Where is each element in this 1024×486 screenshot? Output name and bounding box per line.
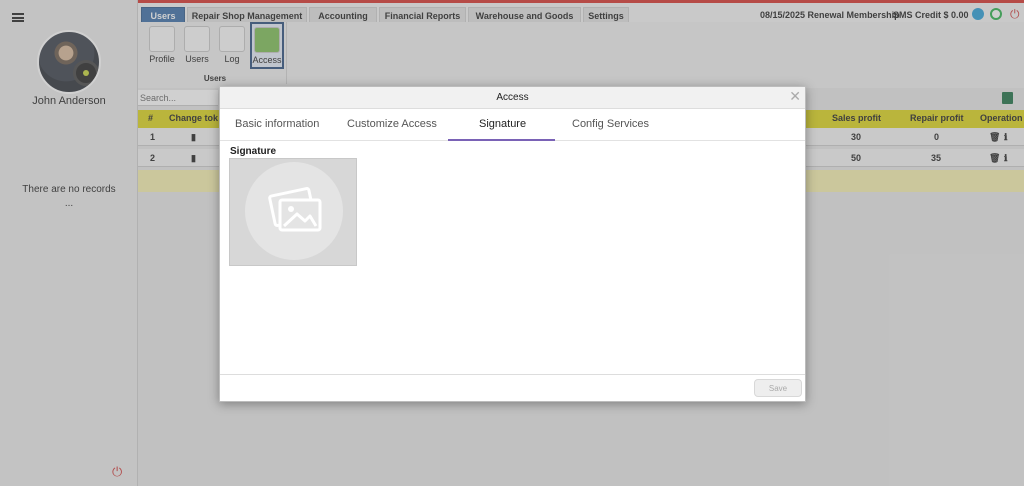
tab-signature[interactable]: Signature [479,118,526,130]
save-button[interactable]: Save [754,379,802,397]
active-tab-indicator [448,139,555,141]
tab-customize-access[interactable]: Customize Access [347,118,437,130]
image-placeholder-icon [245,162,343,260]
tab-config-services[interactable]: Config Services [572,118,649,130]
dialog-footer: Save [220,374,805,401]
tab-basic-information[interactable]: Basic information [235,118,319,130]
dialog-title: Access [496,92,529,103]
signature-label: Signature [230,146,277,157]
access-dialog: Access ✕ Basic information Customize Acc… [219,86,806,402]
signature-upload[interactable] [229,158,357,266]
close-icon[interactable]: ✕ [789,87,801,105]
dialog-tabs: Basic information Customize Access Signa… [220,109,805,141]
dialog-header: Access ✕ [220,87,805,109]
